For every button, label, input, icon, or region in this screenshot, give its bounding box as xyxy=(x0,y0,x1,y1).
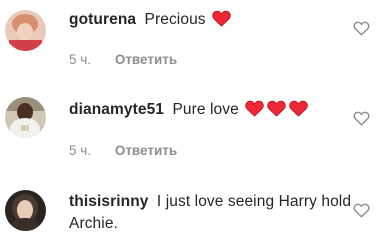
red-heart-emoji-icon xyxy=(267,100,286,117)
red-heart-emoji-icon xyxy=(212,10,231,27)
red-heart-emoji-icon xyxy=(245,100,264,117)
like-heart-icon[interactable] xyxy=(353,110,370,126)
comment-text: goturena Precious xyxy=(69,9,353,31)
comment-text: thisisrinny I just love seeing Harry hol… xyxy=(69,191,353,235)
comment-time[interactable]: 5 ч. xyxy=(69,52,91,67)
avatar[interactable] xyxy=(5,97,46,138)
like-heart-icon[interactable] xyxy=(353,20,370,36)
comment-text: dianamyte51 Pure love xyxy=(69,99,353,121)
comment-body: Pure love xyxy=(172,101,239,118)
avatar[interactable] xyxy=(5,10,46,51)
comment-time[interactable]: 5 ч. xyxy=(69,143,91,158)
heart-emojis xyxy=(245,100,308,117)
reply-button[interactable]: Ответить xyxy=(115,143,177,158)
comment-meta: 5 ч. Ответить xyxy=(69,143,177,158)
like-heart-icon[interactable] xyxy=(353,202,370,218)
heart-emojis xyxy=(212,10,231,27)
comment-username[interactable]: dianamyte51 xyxy=(69,101,164,118)
comment-username[interactable]: goturena xyxy=(69,11,136,28)
red-heart-emoji-icon xyxy=(289,100,308,117)
comment-username[interactable]: thisisrinny xyxy=(69,193,148,210)
avatar[interactable] xyxy=(5,190,46,231)
comment-body: Precious xyxy=(144,11,206,28)
comment-meta: 5 ч. Ответить xyxy=(69,52,177,67)
reply-button[interactable]: Ответить xyxy=(115,52,177,67)
